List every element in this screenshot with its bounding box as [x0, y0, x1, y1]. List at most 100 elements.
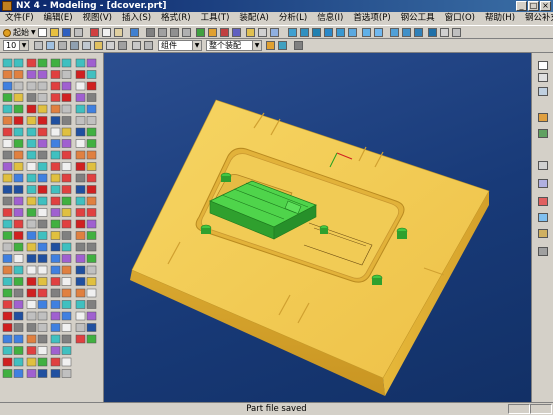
feature-tab-icon[interactable] — [538, 229, 548, 238]
tool-button-icon[interactable] — [61, 208, 72, 217]
palette-icon[interactable] — [538, 61, 548, 70]
tool-button-icon[interactable] — [37, 242, 48, 252]
tool-button-icon[interactable] — [2, 116, 13, 125]
close-icon[interactable]: × — [540, 1, 551, 11]
menu-info[interactable]: 信息(I) — [312, 12, 348, 25]
tool-button-icon[interactable] — [2, 139, 13, 148]
tool-button-icon[interactable] — [50, 334, 61, 344]
tool-button-icon[interactable] — [2, 323, 13, 332]
tool-button-icon[interactable] — [86, 127, 97, 137]
tool-button-icon[interactable] — [86, 265, 97, 275]
tool-button-icon[interactable] — [26, 127, 37, 137]
menu-analysis[interactable]: 分析(L) — [274, 12, 312, 25]
tool-button-icon[interactable] — [2, 208, 13, 217]
tool-button-icon[interactable] — [50, 288, 61, 298]
tool-button-icon[interactable] — [50, 277, 61, 286]
tool-button-icon[interactable] — [61, 185, 72, 194]
tool-button-icon[interactable] — [86, 116, 97, 125]
tool-button-icon[interactable] — [2, 369, 13, 378]
tool-button-icon[interactable] — [37, 127, 48, 137]
tool-button-icon[interactable] — [61, 242, 72, 252]
scope-dropdown[interactable]: 整个装配 ▼ — [206, 40, 262, 51]
menu-mold-tools[interactable]: 钢公工具 — [396, 12, 440, 25]
tool-button-icon[interactable] — [75, 300, 86, 309]
tool-button-icon[interactable] — [2, 162, 13, 171]
menu-preferences[interactable]: 首选项(P) — [348, 12, 395, 25]
tool-button-icon[interactable] — [61, 277, 72, 286]
tool-button-icon[interactable] — [2, 311, 13, 321]
tool-button-icon[interactable] — [13, 323, 24, 332]
tool-button-icon[interactable] — [26, 219, 37, 229]
tool-button-icon[interactable] — [13, 288, 24, 298]
tool-button-icon[interactable] — [75, 127, 86, 137]
tool-button-icon[interactable] — [13, 104, 24, 114]
rotate-icon[interactable] — [182, 28, 191, 37]
tool-button-icon[interactable] — [50, 104, 61, 114]
tool-button-icon[interactable] — [13, 196, 24, 206]
tool-button-icon[interactable] — [75, 323, 86, 332]
tool-button-icon[interactable] — [13, 254, 24, 263]
tool-button-icon[interactable] — [37, 288, 48, 298]
tool-button-icon[interactable] — [2, 173, 13, 183]
tool-button-icon[interactable] — [75, 196, 86, 206]
tool-button-icon[interactable] — [37, 357, 48, 367]
tool-button-icon[interactable] — [37, 346, 48, 355]
tool-button-icon[interactable] — [61, 323, 72, 332]
tool-button-icon[interactable] — [86, 219, 97, 229]
select-face-icon[interactable] — [46, 41, 55, 50]
tool-button-icon[interactable] — [50, 346, 61, 355]
tool-button-icon[interactable] — [2, 58, 13, 68]
tool-button-icon[interactable] — [37, 173, 48, 183]
tool-button-icon[interactable] — [13, 300, 24, 309]
graphics-viewport[interactable] — [104, 53, 531, 402]
tool-button-icon[interactable] — [2, 231, 13, 240]
view-left-icon[interactable] — [336, 28, 345, 37]
tool-button-icon[interactable] — [75, 231, 86, 240]
tool-button-icon[interactable] — [13, 277, 24, 286]
tool-button-icon[interactable] — [86, 104, 97, 114]
open-folder-icon[interactable] — [50, 28, 59, 37]
tool-button-icon[interactable] — [13, 219, 24, 229]
tool-button-icon[interactable] — [37, 185, 48, 194]
tool-button-icon[interactable] — [2, 185, 13, 194]
tool-button-icon[interactable] — [2, 127, 13, 137]
tool-button-icon[interactable] — [50, 58, 61, 68]
tool-button-icon[interactable] — [50, 162, 61, 171]
tool-button-icon[interactable] — [50, 265, 61, 275]
reuse-tab-icon[interactable] — [538, 129, 548, 138]
system-tab-icon[interactable] — [538, 179, 548, 188]
tool-button-icon[interactable] — [75, 277, 86, 286]
tool-button-icon[interactable] — [26, 93, 37, 102]
tool-button-icon[interactable] — [2, 93, 13, 102]
tool-button-icon[interactable] — [75, 93, 86, 102]
tool-button-icon[interactable] — [26, 162, 37, 171]
tool-button-icon[interactable] — [50, 127, 61, 137]
tool-button-icon[interactable] — [86, 162, 97, 171]
tool-button-icon[interactable] — [61, 346, 72, 355]
tool-button-icon[interactable] — [13, 357, 24, 367]
tool-button-icon[interactable] — [61, 173, 72, 183]
tool-button-icon[interactable] — [37, 93, 48, 102]
tool-button-icon[interactable] — [37, 58, 48, 68]
undo-icon[interactable] — [130, 28, 139, 37]
tool-button-icon[interactable] — [61, 196, 72, 206]
tool-button-icon[interactable] — [26, 242, 37, 252]
settings-tab-icon[interactable] — [538, 247, 548, 256]
view-right-icon[interactable] — [324, 28, 333, 37]
tool-button-icon[interactable] — [61, 254, 72, 263]
tool-button-icon[interactable] — [75, 58, 86, 68]
tool-button-icon[interactable] — [13, 369, 24, 378]
tool-button-icon[interactable] — [50, 70, 61, 79]
tool-button-icon[interactable] — [61, 311, 72, 321]
tool-button-icon[interactable] — [37, 265, 48, 275]
tool-button-icon[interactable] — [50, 369, 61, 378]
tool-button-icon[interactable] — [75, 116, 86, 125]
pan-icon[interactable] — [170, 28, 179, 37]
tool-button-icon[interactable] — [86, 93, 97, 102]
tool-button-icon[interactable] — [37, 70, 48, 79]
tool-button-icon[interactable] — [26, 185, 37, 194]
view-trimetric-icon[interactable] — [374, 28, 383, 37]
tool-button-icon[interactable] — [2, 346, 13, 355]
tool-button-icon[interactable] — [50, 254, 61, 263]
tool-button-icon[interactable] — [37, 219, 48, 229]
